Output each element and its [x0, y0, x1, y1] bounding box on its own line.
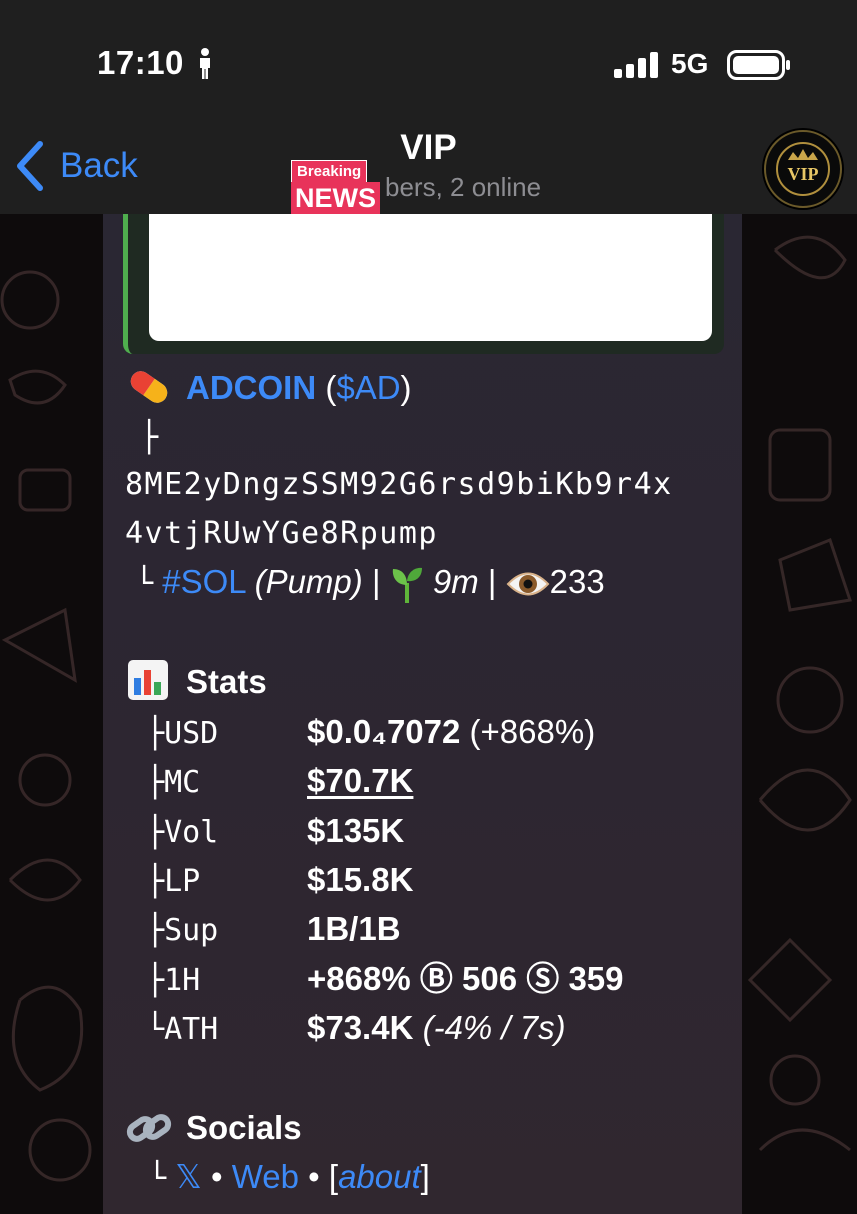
stat-value-line: 1B/1B [307, 909, 401, 949]
bracket-open: [ [328, 1158, 339, 1195]
stats-title: Stats [186, 663, 267, 700]
stat-row: └ATH [146, 1008, 218, 1050]
ticker-link[interactable]: $AD [336, 369, 400, 406]
bracket-close: ] [420, 1158, 430, 1195]
stat-extra: (-4% / 7s) [422, 1009, 566, 1046]
chat-title[interactable]: VIP [0, 128, 857, 168]
person-icon [200, 48, 210, 79]
ticker-open: ( [325, 369, 337, 406]
pill-icon [130, 371, 168, 403]
stat-row: ├USD [146, 712, 218, 754]
chat-subtitle: bers, 2 online [385, 172, 542, 202]
token-meta-line: └ #SOL (Pump) | 9m | 233 [135, 562, 605, 604]
stat-row: ├MC [146, 761, 200, 803]
stat-value-line: +868% Ⓑ 506 Ⓢ 359 [307, 959, 624, 999]
stat-row: ├1H [146, 959, 200, 1001]
stat-value-line: $0.0₄7072 (+868%) [307, 712, 595, 752]
reply-preview[interactable] [123, 214, 724, 354]
battery-icon [727, 50, 790, 80]
seedling-icon [392, 568, 422, 604]
platform-label: (Pump) [254, 563, 363, 600]
stat-extra: (+868%) [469, 713, 596, 750]
stat-row: ├Sup [146, 909, 218, 951]
token-title-line: ADCOIN ($AD) [186, 368, 412, 408]
avatar-emblem: VIP [764, 130, 842, 208]
stat-label: USD [164, 716, 219, 751]
stat-tree-prefix: └ [146, 1012, 165, 1047]
stat-label: Vol [164, 815, 219, 850]
status-time: 17:10 [97, 44, 184, 81]
view-count: 233 [549, 563, 605, 600]
contract-address-line1[interactable]: 8ME2yDngzSSM92G6rsd9biKb9r4x [125, 465, 673, 505]
meta-separator: | [371, 563, 381, 600]
stat-value-line: $70.7K [307, 761, 413, 801]
stat-value: $73.4K [307, 1009, 414, 1046]
ticker-close: ) [400, 369, 412, 406]
social-dot-2: • [308, 1158, 320, 1195]
stat-label: LP [164, 864, 201, 899]
socials-title: Socials [186, 1109, 302, 1146]
stat-value: $135K [307, 812, 405, 849]
socials-line: └ 𝕏 • Web • [about] [148, 1157, 430, 1199]
stat-tree-prefix: ├ [146, 716, 165, 751]
news-badge-bottom: NEWS [291, 182, 380, 214]
meta-separator-2: | [487, 563, 497, 600]
stat-label: 1H [164, 963, 201, 998]
sell-count: 359 [568, 960, 624, 997]
network-type: 5G [671, 48, 709, 79]
stat-row: ├Vol [146, 811, 218, 853]
eye-icon [506, 572, 550, 596]
navigation-header: 17:10 5G Back VIP bers, 2 online Breakin… [0, 0, 857, 214]
stat-tree-prefix: ├ [146, 963, 165, 998]
tree-branch-address: ├ [140, 420, 159, 455]
social-dot: • [211, 1158, 223, 1195]
x-social-link[interactable]: 𝕏 [175, 1158, 202, 1195]
stat-tree-prefix: ├ [146, 913, 165, 948]
chain-hashtag-link[interactable]: #SOL [162, 563, 245, 600]
reply-preview-image [149, 214, 712, 341]
breaking-news-badge: Breaking NEWS [289, 160, 389, 214]
stat-tree-prefix: ├ [146, 765, 165, 800]
stat-label: ATH [164, 1012, 219, 1047]
stat-tree-prefix: ├ [146, 815, 165, 850]
stat-label: Sup [164, 913, 219, 948]
stat-value: 1B/1B [307, 910, 401, 947]
buys-icon: Ⓑ [419, 960, 453, 997]
about-link[interactable]: about [338, 1158, 421, 1195]
contract-address-line2[interactable]: 4vtjRUwYGe8Rpump [125, 514, 438, 554]
token-age: 9m [432, 563, 479, 600]
signal-icon [614, 52, 658, 78]
stat-value-line: $135K [307, 811, 404, 851]
link-icon [126, 1114, 172, 1142]
stat-label: MC [164, 765, 201, 800]
stat-row: ├LP [146, 860, 200, 902]
stat-value: $15.8K [307, 861, 414, 898]
bar-chart-icon [128, 660, 168, 700]
buy-count: 506 [462, 960, 518, 997]
news-badge-top: Breaking [291, 160, 368, 183]
chat-avatar[interactable]: VIP [762, 128, 844, 210]
tree-end-socials: └ [148, 1161, 167, 1196]
stat-tree-prefix: ├ [146, 864, 165, 899]
stat-value-line: $73.4K (-4% / 7s) [307, 1008, 566, 1048]
stat-value: $0.0₄7072 [307, 713, 461, 750]
web-link[interactable]: Web [232, 1158, 299, 1195]
sells-icon: Ⓢ [526, 960, 560, 997]
stat-value-line: $15.8K [307, 860, 413, 900]
stat-value[interactable]: $70.7K [307, 762, 413, 799]
stat-value: +868% [307, 960, 411, 997]
token-name-link[interactable]: ADCOIN [186, 369, 316, 406]
tree-end-meta: └ [135, 566, 154, 601]
avatar-label: VIP [788, 164, 819, 184]
